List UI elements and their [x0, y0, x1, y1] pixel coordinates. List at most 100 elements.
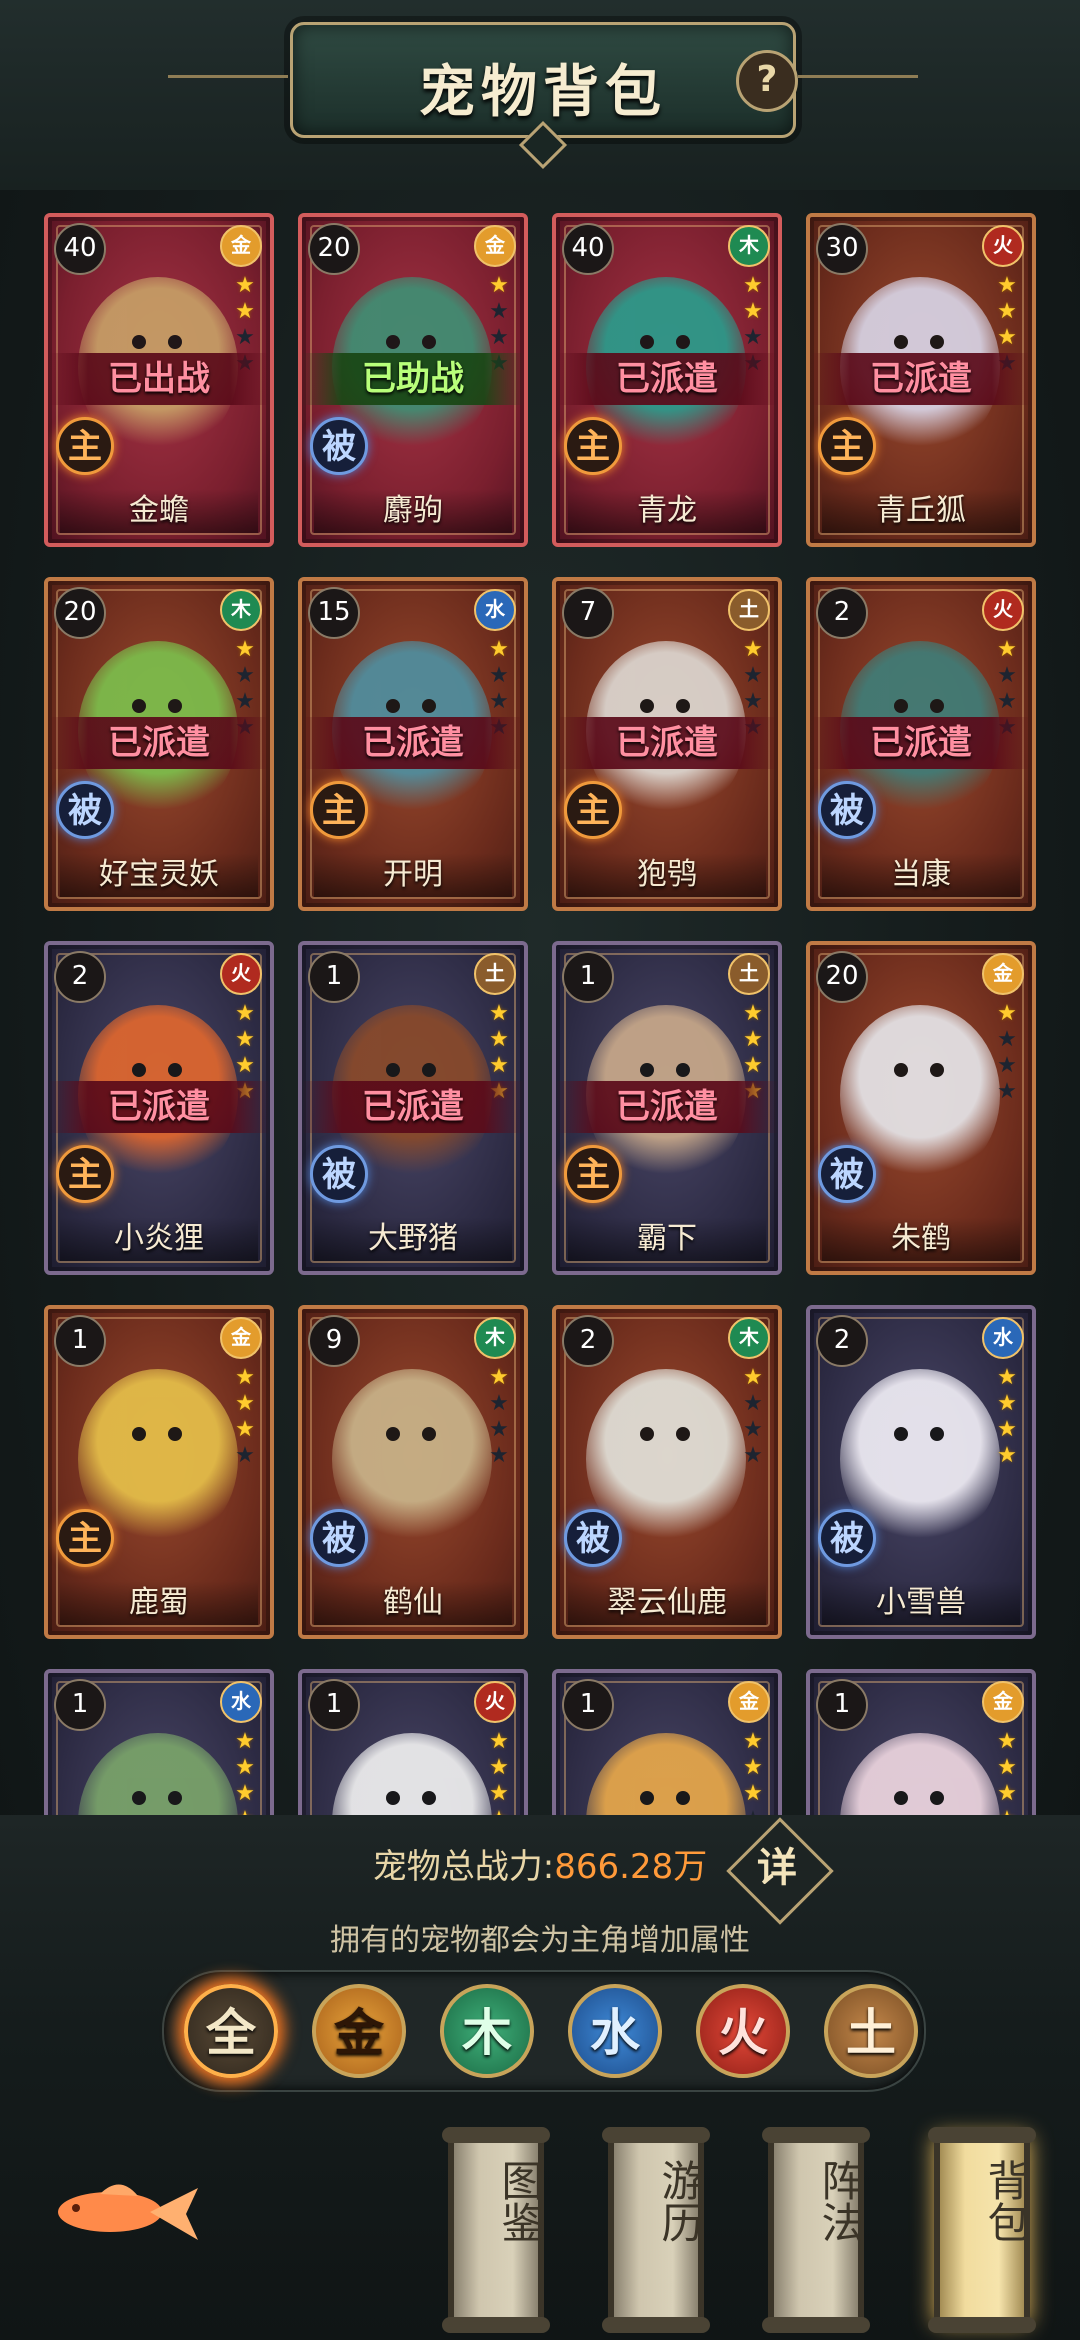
page-title: 宠物背包	[419, 60, 667, 125]
pet-card[interactable]: 1火★★★★	[298, 1669, 528, 1815]
star-icon: ★	[235, 273, 255, 298]
pet-card[interactable]: 20木★★★★已派遣被好宝灵妖	[44, 577, 274, 911]
pet-level: 20	[54, 587, 106, 639]
star-icon: ★	[997, 689, 1017, 714]
pet-status-banner: 已派遣	[810, 353, 1032, 405]
pet-element-badge: 火	[220, 953, 262, 995]
pet-stars: ★★★★	[996, 1001, 1018, 1105]
star-icon: ★	[489, 1443, 509, 1468]
pet-element-badge: 木	[728, 1317, 770, 1359]
star-icon: ★	[743, 273, 763, 298]
pet-status-banner: 已派遣	[810, 717, 1032, 769]
pet-card[interactable]: 1水★★★★	[44, 1669, 274, 1815]
pet-role-badge: 主	[564, 1145, 622, 1203]
power-row: 宠物总战力:866.28万	[0, 1839, 1080, 1899]
tab-formation-label: 阵法	[815, 2159, 864, 2243]
pet-card[interactable]: 9 木 ★ ★ ★ ★ 被鹤仙	[298, 1305, 528, 1639]
star-icon: ★	[489, 637, 509, 662]
star-icon: ★	[997, 273, 1017, 298]
star-icon: ★	[235, 1053, 255, 1078]
pet-name: 金蟾	[129, 493, 189, 528]
pet-element-badge: 金	[220, 1317, 262, 1359]
pet-element-badge: 木	[728, 225, 770, 267]
pet-role-badge: 被	[818, 1145, 876, 1203]
pet-card[interactable]: 20金★★★★已助战被麝驹	[298, 213, 528, 547]
tab-formation[interactable]: 阵法	[762, 2127, 870, 2333]
filter-water-button[interactable]: 水	[568, 1984, 662, 2078]
pet-name: 青丘狐	[876, 493, 966, 528]
star-icon: ★	[997, 1053, 1017, 1078]
pet-role-badge: 主	[56, 1145, 114, 1203]
pet-element-badge: 水	[982, 1317, 1024, 1359]
pet-stars: ★★★★	[996, 1729, 1018, 1815]
filter-gold-button[interactable]: 金	[312, 1984, 406, 2078]
pet-status-banner: 已派遣	[556, 353, 778, 405]
pet-status-banner: 已派遣	[48, 717, 270, 769]
pet-element-badge: 火	[982, 589, 1024, 631]
pet-element-badge: 木	[474, 1317, 516, 1359]
star-icon: ★	[489, 1417, 509, 1442]
star-icon: ★	[997, 1417, 1017, 1442]
pet-name: 好宝灵妖	[99, 857, 219, 892]
pet-card[interactable]: 2 木 ★ ★ ★ ★ 被翠云仙鹿	[552, 1305, 782, 1639]
pet-grid[interactable]: 40金★★★★已出战主金蟾20金★★★★已助战被麝驹40木★★★★已派遣主青龙3…	[0, 195, 1080, 1815]
tab-travel[interactable]: 游历	[602, 2127, 710, 2333]
tab-backpack[interactable]: 背包	[928, 2127, 1036, 2333]
pet-card[interactable]: 30火★★★★已派遣主青丘狐	[806, 213, 1036, 547]
pet-level: 20	[816, 951, 868, 1003]
pet-card[interactable]: 2火★★★★已派遣主小炎狸	[44, 941, 274, 1275]
pet-stars: ★★★★	[742, 1365, 764, 1469]
pet-role-badge: 主	[818, 417, 876, 475]
pet-level: 9	[308, 1315, 360, 1367]
pet-stars: ★★★★	[996, 1365, 1018, 1469]
pet-card[interactable]: 1 金 ★ ★ ★ ★ 主鹿蜀	[44, 1305, 274, 1639]
pet-card[interactable]: 7土★★★★已派遣主狍鸮	[552, 577, 782, 911]
pet-level: 2	[816, 1315, 868, 1367]
power-subtitle: 拥有的宠物都会为主角增加属性	[330, 1923, 750, 1958]
star-icon: ★	[997, 1755, 1017, 1780]
tab-atlas[interactable]: 图鉴	[442, 2127, 550, 2333]
pet-name: 小雪兽	[876, 1585, 966, 1620]
pet-card[interactable]: 20 金 ★ ★ ★ ★ 被朱鹤	[806, 941, 1036, 1275]
star-icon: ★	[489, 325, 509, 350]
pet-stars: ★★★★	[488, 1729, 510, 1815]
pet-card[interactable]: 40木★★★★已派遣主青龙	[552, 213, 782, 547]
pet-element-badge: 金	[982, 1681, 1024, 1723]
pet-element-badge: 火	[982, 225, 1024, 267]
koi-fish-icon[interactable]	[40, 2170, 200, 2250]
pet-card[interactable]: 40金★★★★已出战主金蟾	[44, 213, 274, 547]
star-icon: ★	[489, 1391, 509, 1416]
star-icon: ★	[997, 663, 1017, 688]
pet-card[interactable]: 15水★★★★已派遣主开明	[298, 577, 528, 911]
pet-role-badge: 被	[818, 781, 876, 839]
star-icon: ★	[997, 325, 1017, 350]
star-icon: ★	[235, 637, 255, 662]
help-button[interactable]: ?	[736, 50, 798, 112]
star-icon: ★	[743, 325, 763, 350]
pet-card[interactable]: 1金★★★★	[552, 1669, 782, 1815]
filter-wood-button[interactable]: 木	[440, 1984, 534, 2078]
filter-all-button[interactable]: 全	[184, 1984, 278, 2078]
detail-button-label[interactable]: 详	[742, 1833, 812, 1903]
pet-card[interactable]: 1金★★★★	[806, 1669, 1036, 1815]
pet-level: 1	[54, 1315, 106, 1367]
pet-card[interactable]: 2火★★★★已派遣被当康	[806, 577, 1036, 911]
star-icon: ★	[489, 1001, 509, 1026]
pet-card[interactable]: 1土★★★★已派遣主霸下	[552, 941, 782, 1275]
filter-fire-button[interactable]: 火	[696, 1984, 790, 2078]
pet-level: 2	[816, 587, 868, 639]
pet-element-badge: 土	[728, 589, 770, 631]
pet-card[interactable]: 2 水 ★ ★ ★ ★ 被小雪兽	[806, 1305, 1036, 1639]
pet-name: 鹤仙	[383, 1585, 443, 1620]
pet-name: 鹿蜀	[129, 1585, 189, 1620]
pet-element-badge: 金	[220, 225, 262, 267]
star-icon: ★	[489, 1781, 509, 1806]
pet-stars: ★★★★	[234, 1729, 256, 1815]
tab-backpack-label: 背包	[981, 2159, 1030, 2243]
star-icon: ★	[997, 1781, 1017, 1806]
pet-card[interactable]: 1土★★★★已派遣被大野猪	[298, 941, 528, 1275]
bottom-panel: 宠物总战力:866.28万 详 拥有的宠物都会为主角增加属性 全 金 木 水 火…	[0, 1815, 1080, 2340]
filter-earth-button[interactable]: 土	[824, 1984, 918, 2078]
star-icon: ★	[235, 1417, 255, 1442]
pet-level: 1	[54, 1679, 106, 1731]
